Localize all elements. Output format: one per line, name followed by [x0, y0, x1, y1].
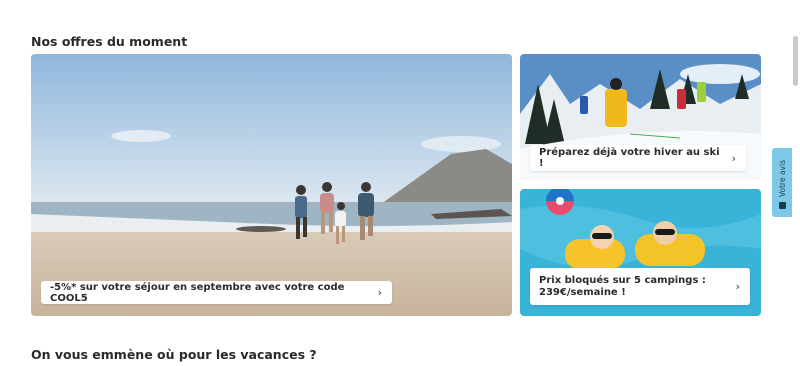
offers-section-title: Nos offres du moment	[31, 34, 188, 49]
page-scrollbar[interactable]	[793, 36, 798, 86]
offer-ski-label: Préparez déjà votre hiver au ski !	[539, 147, 720, 169]
feedback-label: Votre avis	[777, 159, 787, 197]
feedback-button[interactable]: Votre avis	[772, 148, 792, 217]
offer-card-ski[interactable]: Préparez déjà votre hiver au ski ! ›	[520, 54, 761, 180]
offer-card-campings[interactable]: Prix bloqués sur 5 campings : 239€/semai…	[520, 189, 761, 316]
offer-campings-label: Prix bloqués sur 5 campings : 239€/semai…	[539, 274, 706, 298]
beach-family-image	[31, 54, 512, 316]
offer-september-label: -5%* sur votre séjour en septembre avec …	[50, 281, 345, 304]
offer-card-september[interactable]: -5%* sur votre séjour en septembre avec …	[31, 54, 512, 316]
chevron-right-icon: ›	[377, 286, 382, 299]
offer-september-link[interactable]: -5%* sur votre séjour en septembre avec …	[41, 281, 392, 304]
chevron-right-icon: ›	[731, 151, 736, 165]
chevron-right-icon: ›	[735, 279, 740, 293]
offer-campings-link[interactable]: Prix bloqués sur 5 campings : 239€/semai…	[530, 268, 750, 305]
feedback-icon	[778, 202, 786, 209]
offer-ski-link[interactable]: Préparez déjà votre hiver au ski ! ›	[530, 145, 746, 171]
destinations-section-title: On vous emmène où pour les vacances ?	[31, 347, 317, 362]
